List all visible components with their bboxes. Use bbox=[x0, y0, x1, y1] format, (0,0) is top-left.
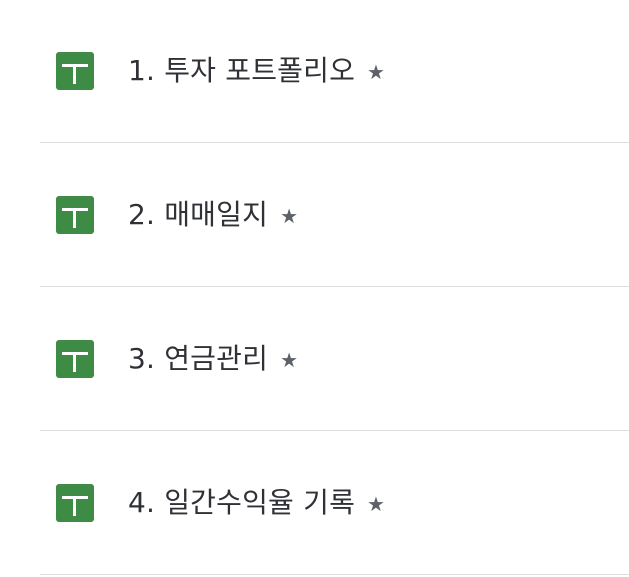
google-sheets-icon bbox=[56, 484, 94, 522]
google-sheets-icon bbox=[56, 340, 94, 378]
star-icon[interactable]: ★ bbox=[367, 485, 385, 523]
file-list: 1. 투자 포트폴리오 ★ 2. 매매일지 ★ 3. 연금관리 ★ 4. 일간수… bbox=[0, 0, 629, 577]
google-sheets-icon bbox=[56, 52, 94, 90]
divider bbox=[40, 574, 629, 575]
file-row-trading-journal[interactable]: 2. 매매일지 ★ bbox=[0, 143, 629, 287]
file-title: 4. 일간수익율 기록 ★ bbox=[128, 484, 385, 522]
file-name: 1. 투자 포트폴리오 bbox=[128, 54, 356, 87]
file-row-daily-returns-log[interactable]: 4. 일간수익율 기록 ★ bbox=[0, 431, 629, 575]
file-row-investment-portfolio[interactable]: 1. 투자 포트폴리오 ★ bbox=[0, 0, 629, 144]
file-title: 3. 연금관리 ★ bbox=[128, 340, 298, 378]
google-sheets-icon bbox=[56, 196, 94, 234]
file-row-pension-management[interactable]: 3. 연금관리 ★ bbox=[0, 287, 629, 431]
star-icon[interactable]: ★ bbox=[367, 53, 385, 91]
star-icon[interactable]: ★ bbox=[280, 341, 298, 379]
file-title: 1. 투자 포트폴리오 ★ bbox=[128, 52, 385, 90]
file-name: 3. 연금관리 bbox=[128, 342, 269, 375]
file-title: 2. 매매일지 ★ bbox=[128, 196, 298, 234]
file-name: 2. 매매일지 bbox=[128, 198, 269, 231]
star-icon[interactable]: ★ bbox=[280, 197, 298, 235]
file-name: 4. 일간수익율 기록 bbox=[128, 486, 356, 519]
